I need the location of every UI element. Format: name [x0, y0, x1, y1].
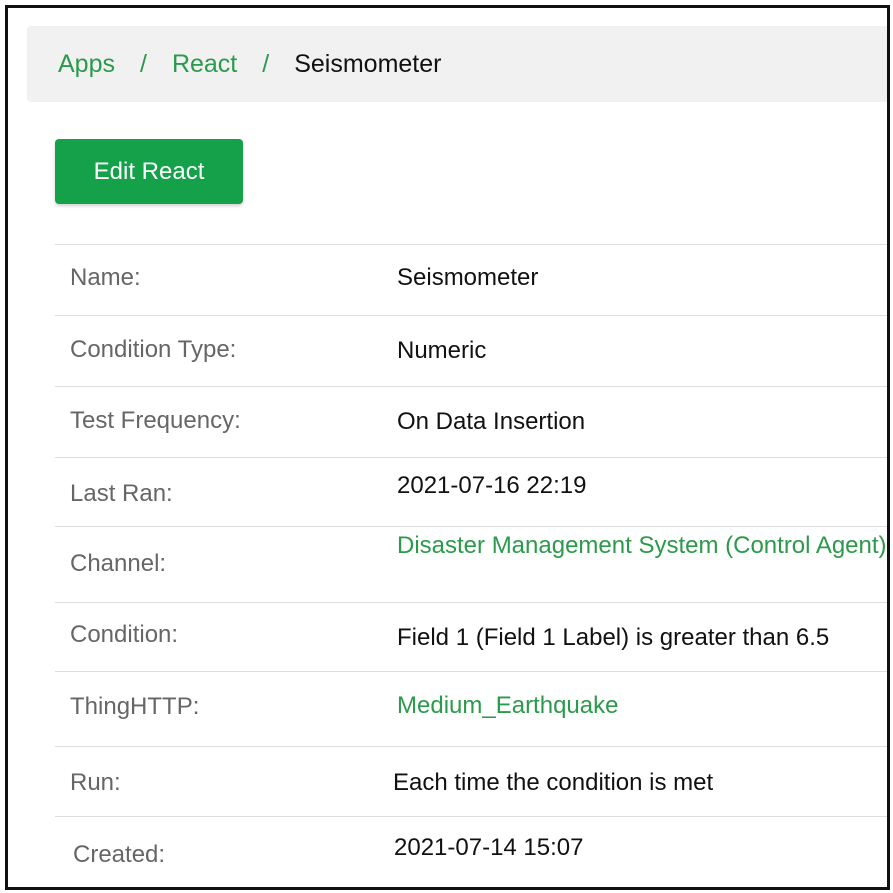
detail-row-condition: Condition: Field 1 (Field 1 Label) is gr… — [55, 603, 887, 672]
edit-react-button[interactable]: Edit React — [55, 139, 243, 204]
detail-label: Last Ran: — [70, 480, 173, 507]
detail-row-name: Name: Seismometer — [55, 245, 887, 316]
detail-label: Run: — [70, 769, 121, 796]
detail-label: Condition: — [70, 621, 179, 648]
detail-label: Test Frequency: — [70, 407, 241, 434]
channel-link[interactable]: Disaster Management System (Control Agen… — [397, 528, 887, 563]
detail-value-last-ran: 2021-07-16 22:19 — [397, 472, 587, 499]
detail-label: Channel: — [70, 550, 167, 577]
thinghttp-link[interactable]: Medium_Earthquake — [397, 692, 618, 720]
detail-row-condition-type: Condition Type: Numeric — [55, 316, 887, 387]
detail-row-channel: Channel: Disaster Management System (Con… — [55, 527, 887, 603]
page-frame: Apps / React / Seismometer Edit React Na… — [5, 5, 890, 890]
breadcrumb: Apps / React / Seismometer — [27, 26, 887, 102]
detail-label: ThingHTTP: — [70, 693, 200, 720]
breadcrumb-link-apps[interactable]: Apps — [58, 50, 115, 79]
breadcrumb-separator: / — [262, 49, 270, 78]
detail-row-test-frequency: Test Frequency: On Data Insertion — [55, 387, 887, 458]
detail-label: Condition Type: — [70, 336, 237, 363]
detail-value-condition-type: Numeric — [397, 337, 487, 364]
detail-value-condition: Field 1 (Field 1 Label) is greater than … — [397, 624, 830, 651]
breadcrumb-link-react[interactable]: React — [172, 50, 237, 79]
detail-row-thinghttp: ThingHTTP: Medium_Earthquake — [55, 672, 887, 747]
detail-row-created: Created: 2021-07-14 15:07 — [55, 817, 887, 887]
detail-label: Created: — [73, 841, 166, 868]
breadcrumb-separator: / — [139, 49, 147, 78]
detail-row-run: Run: Each time the condition is met — [55, 747, 887, 817]
detail-row-last-ran: Last Ran: 2021-07-16 22:19 — [55, 458, 887, 527]
detail-value-created: 2021-07-14 15:07 — [394, 834, 584, 861]
detail-label: Name: — [70, 264, 141, 291]
react-details-table: Name: Seismometer Condition Type: Numeri… — [55, 244, 887, 887]
breadcrumb-current: Seismometer — [294, 49, 442, 78]
detail-value-run: Each time the condition is met — [393, 769, 714, 796]
detail-value-name: Seismometer — [397, 264, 539, 291]
detail-value-test-frequency: On Data Insertion — [397, 408, 586, 435]
